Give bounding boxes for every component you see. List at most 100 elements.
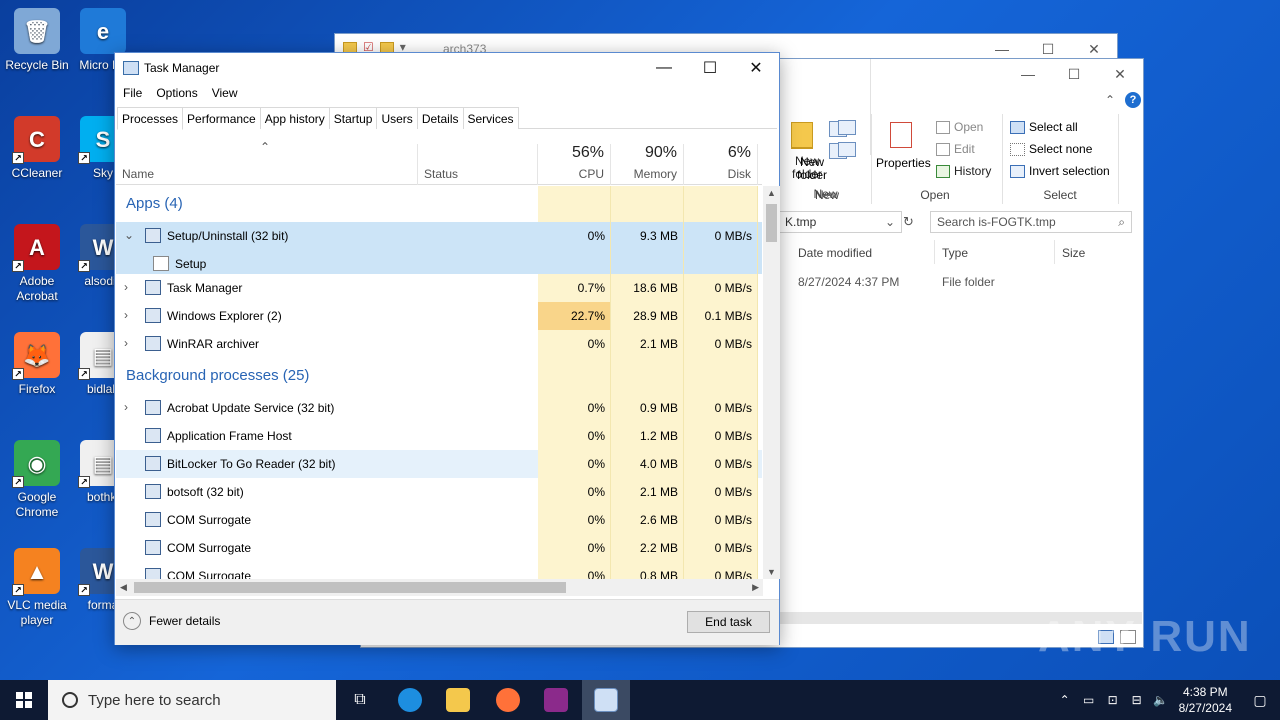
horizontal-scrollbar[interactable]: ◀ ▶ [116,579,763,596]
tab-performance[interactable]: Performance [182,107,261,129]
column-size[interactable]: Size [1062,246,1085,260]
fewer-details-button[interactable]: ⌃ Fewer details [123,612,220,630]
chevron-right-icon[interactable]: › [124,400,128,414]
ribbon-collapse-icon[interactable]: ⌃ [1105,93,1115,107]
desktop-icon-label: Google Chrome [15,490,59,519]
column-status[interactable]: Status [418,144,538,185]
end-task-button[interactable]: End task [687,611,770,633]
scroll-up-icon[interactable]: ▲ [767,188,776,198]
invert-selection-button[interactable]: Invert selection [1010,164,1110,178]
desktop-icon[interactable]: 🗑 Recycle Bin [0,8,74,73]
select-all-button[interactable]: Select all [1010,120,1078,134]
process-row[interactable]: COM Surrogate 0% 0.8 MB 0 MB/s [116,562,762,579]
chevron-right-icon[interactable]: › [124,336,128,350]
address-bar[interactable]: K.tmp ⌄ [778,211,902,233]
process-mem: 4.0 MB [639,457,678,471]
menu-view[interactable]: View [212,86,238,100]
taskbar-task-manager[interactable] [582,680,630,720]
tab-app-history[interactable]: App history [259,107,330,129]
process-row[interactable]: COM Surrogate 0% 2.2 MB 0 MB/s [116,534,762,562]
process-name: COM Surrogate [167,513,252,527]
properties-button[interactable]: Properties [876,156,931,170]
column-type[interactable]: Type [942,246,968,260]
process-row[interactable]: botsoft (32 bit) 0% 2.1 MB 0 MB/s [116,478,762,506]
process-row[interactable]: COM Surrogate 0% 2.6 MB 0 MB/s [116,506,762,534]
minimize-button[interactable]: — [641,53,687,83]
column-cpu[interactable]: 56% CPU [538,144,611,185]
maximize-button[interactable]: ☐ [1051,59,1097,89]
desktop-icon[interactable]: C ↗ CCleaner [0,116,74,181]
scroll-thumb[interactable] [134,582,566,593]
column-memory[interactable]: 90% Memory [611,144,684,185]
new-folder-button[interactable]: New folder [794,156,830,182]
select-all-label: Select all [1029,120,1078,134]
desktop-icon[interactable]: A ↗ Adobe Acrobat [0,224,74,304]
easy-access-icon[interactable] [838,142,856,157]
clock[interactable]: 4:38 PM 8/27/2024 [1179,684,1232,716]
desktop-app-icon: 🗑 [14,8,60,54]
select-none-button[interactable]: Select none [1010,142,1092,156]
history-label: History [954,164,992,178]
menu-file[interactable]: File [123,86,142,100]
desktop-icon[interactable]: ◉ ↗ Google Chrome [0,440,74,520]
task-view-button[interactable]: ⧉ [336,680,384,720]
taskbar-search[interactable]: Type here to search [48,680,336,720]
scroll-right-icon[interactable]: ▶ [752,582,759,593]
process-row[interactable]: › Acrobat Update Service (32 bit) 0% 0.9 MB… [116,394,762,422]
chevron-down-icon[interactable]: ⌄ [124,228,134,242]
scroll-down-icon[interactable]: ▼ [767,567,776,577]
process-row[interactable]: BitLocker To Go Reader (32 bit) 0% 4.0 MB 0… [116,450,762,478]
notification-button[interactable]: ▢ [1240,680,1280,720]
close-button[interactable]: ✕ [733,53,779,83]
taskbar-explorer[interactable] [434,680,482,720]
tab-processes[interactable]: Processes [117,107,184,130]
volume-icon[interactable]: 🔈 [1149,693,1173,707]
edit-button[interactable]: Edit [936,142,975,156]
process-disk: 0 MB/s [714,513,752,527]
new-item-icon[interactable] [838,120,856,135]
chevron-right-icon[interactable]: › [124,280,128,294]
history-button[interactable]: History [936,164,991,178]
tab-details[interactable]: Details [416,107,464,129]
cell-heat [684,186,758,222]
process-row[interactable]: Application Frame Host 0% 1.2 MB 0 MB/s [116,422,762,450]
taskbar-firefox[interactable] [484,680,532,720]
chevron-right-icon[interactable]: › [124,308,128,322]
cell-heat [611,358,684,394]
column-disk[interactable]: 6% Disk [684,144,758,185]
scroll-thumb[interactable] [766,204,777,242]
search-box[interactable]: Search is-FOGTK.tmp ⌕ [930,211,1132,233]
process-row[interactable]: › Windows Explorer (2) 22.7% 28.9 MB 0.1 MB/… [116,302,762,330]
desktop-icon[interactable]: 🦊 ↗ Firefox [0,332,74,397]
network-status-icon[interactable]: ⊡ [1101,693,1125,707]
taskbar-winrar[interactable] [532,680,580,720]
chevron-up-icon[interactable]: ⌃ [1053,693,1077,707]
network-icon[interactable]: ⊟ [1125,693,1149,707]
close-button[interactable]: ✕ [1097,59,1143,89]
child-process-row[interactable]: Setup [116,250,762,274]
minimize-button[interactable]: — [1005,59,1051,89]
column-name[interactable]: ⌃ Name [116,140,418,185]
desktop-icon[interactable]: ▲ ↗ VLC media player [0,548,74,628]
tab-services[interactable]: Services [462,107,519,129]
process-row[interactable]: › WinRAR archiver 0% 2.1 MB 0 MB/s [116,330,762,358]
process-row[interactable]: › Task Manager 0.7% 18.6 MB 0 MB/s [116,274,762,302]
process-row[interactable]: ⌄ Setup/Uninstall (32 bit) 0% 9.3 MB 0 MB/s [116,222,762,250]
chevron-down-icon[interactable]: ⌄ [885,215,895,229]
help-icon[interactable]: ? [1125,92,1141,108]
scroll-left-icon[interactable]: ◀ [120,582,127,593]
start-button[interactable] [0,680,48,720]
battery-icon[interactable]: ▭ [1077,693,1101,707]
tab-users[interactable]: Users [376,107,418,129]
process-disk: 0 MB/s [714,337,752,351]
open-button[interactable]: Open [936,120,983,134]
menu-options[interactable]: Options [156,86,197,100]
taskbar-edge[interactable] [386,680,434,720]
maximize-button[interactable]: ☐ [687,53,733,83]
refresh-icon[interactable]: ↻ [903,214,914,230]
task-manager-icon [594,688,618,712]
tab-startup[interactable]: Startup [328,107,378,129]
column-date-modified[interactable]: Date modified [798,246,872,260]
title-bar[interactable]: Task Manager — ☐ ✕ [115,53,779,83]
vertical-scrollbar[interactable]: ▲ ▼ [763,186,780,579]
